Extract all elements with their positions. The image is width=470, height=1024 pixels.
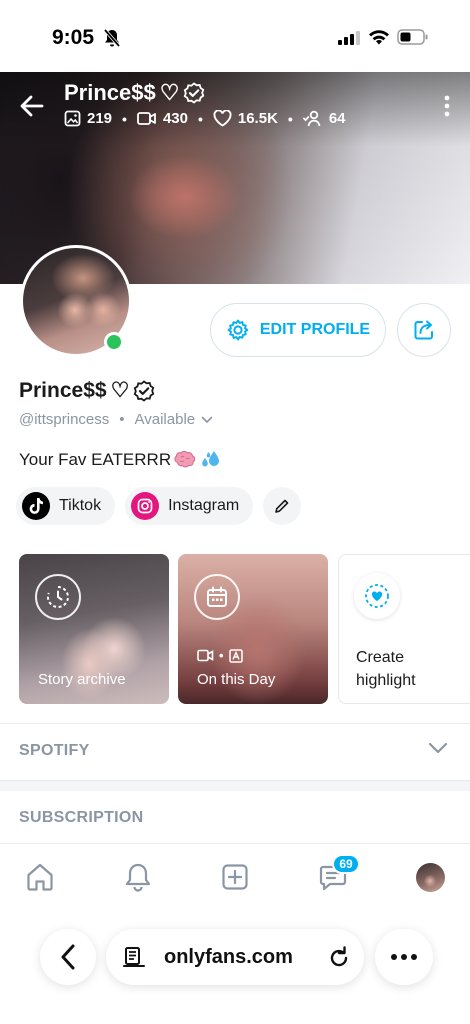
heart-symbol: ♡ xyxy=(159,80,180,105)
battery-icon xyxy=(397,29,428,45)
heart-plus-icon xyxy=(354,573,400,619)
videos-count: 430 xyxy=(162,110,188,127)
chevron-down-icon[interactable] xyxy=(428,742,448,754)
profile-name: Prince$$ ♡ xyxy=(19,378,155,403)
sweat-droplets-emoji-icon xyxy=(202,451,220,467)
user-avatar-nav-button[interactable] xyxy=(416,863,445,892)
likes-count: 16.5K xyxy=(237,110,278,127)
tiktok-link[interactable]: Tiktok xyxy=(16,487,116,525)
photos-stat[interactable]: 219 xyxy=(64,110,112,127)
gear-icon xyxy=(227,319,249,341)
page-format-icon xyxy=(123,947,145,967)
url-text: onlyfans.com xyxy=(164,946,293,968)
tiktok-label: Tiktok xyxy=(59,497,102,514)
heart-icon xyxy=(213,110,232,127)
cellular-signal-icon xyxy=(338,31,360,45)
story-archive-highlight[interactable]: Story archive xyxy=(19,554,169,704)
media-type-indicators: • xyxy=(197,648,243,663)
home-nav-button[interactable] xyxy=(22,859,58,895)
heart-symbol: ♡ xyxy=(110,379,130,402)
chevron-down-icon xyxy=(201,416,213,423)
username-handle: @ittsprincess xyxy=(19,411,110,428)
bio-text: Your Fav EATERRR xyxy=(19,450,172,469)
tiktok-icon xyxy=(22,492,50,520)
silent-bell-icon xyxy=(103,28,121,48)
share-icon xyxy=(414,320,433,340)
create-highlight-label: Create highlight xyxy=(356,649,416,689)
profile-name-text: Prince$$ xyxy=(19,378,107,402)
browser-back-button[interactable] xyxy=(40,929,96,985)
subscription-section-header: SUBSCRIPTION xyxy=(19,809,144,826)
handle-row: @ittsprincess • Available xyxy=(19,411,213,428)
cover-profile-name: Prince$$ ♡ xyxy=(64,80,205,106)
plus-square-icon xyxy=(222,864,248,890)
bottom-navigation: 69 xyxy=(0,843,470,913)
status-bar: 9:05 xyxy=(0,0,470,72)
on-this-day-label: On this Day xyxy=(197,671,276,688)
profile-page: 9:05 Prince$$ ♡ 219 • 430 • 16.5K • 64 E… xyxy=(0,0,470,1024)
create-highlight-card[interactable]: Create highlight xyxy=(338,554,470,704)
home-icon xyxy=(27,863,53,891)
video-icon xyxy=(197,649,214,662)
availability-status: Available xyxy=(134,411,196,428)
more-options-icon[interactable] xyxy=(442,94,452,118)
text-story-icon xyxy=(228,648,243,663)
cover-stats: 219 • 430 • 16.5K • 64 xyxy=(64,110,346,127)
chevron-left-icon xyxy=(61,944,75,970)
share-profile-button[interactable] xyxy=(397,303,451,357)
add-post-nav-button[interactable] xyxy=(217,859,253,895)
brain-emoji-icon xyxy=(174,450,196,468)
back-arrow-icon[interactable] xyxy=(18,92,46,120)
bell-icon xyxy=(125,863,151,892)
browser-toolbar: onlyfans.com xyxy=(0,913,470,1024)
wifi-icon xyxy=(369,30,389,45)
video-icon xyxy=(137,112,156,125)
online-status-dot xyxy=(104,332,124,352)
edit-links-button[interactable] xyxy=(263,487,302,525)
fans-count: 64 xyxy=(328,110,346,127)
fans-stat[interactable]: 64 xyxy=(302,110,346,127)
address-bar[interactable]: onlyfans.com xyxy=(106,929,364,985)
browser-more-button[interactable] xyxy=(375,929,433,985)
calendar-icon xyxy=(194,574,240,620)
verified-badge-icon xyxy=(184,82,205,104)
availability-dropdown[interactable]: Available xyxy=(135,411,214,428)
on-this-day-highlight[interactable]: • On this Day xyxy=(178,554,328,704)
image-icon xyxy=(64,110,81,127)
more-horizontal-icon xyxy=(391,954,417,960)
edit-profile-button[interactable]: EDIT PROFILE xyxy=(210,303,386,357)
story-archive-label: Story archive xyxy=(38,671,126,688)
messages-badge: 69 xyxy=(332,854,360,874)
profile-bio: Your Fav EATERRR xyxy=(19,449,223,471)
spotify-section-header[interactable]: SPOTIFY xyxy=(19,742,90,760)
status-time: 9:05 xyxy=(52,26,95,49)
edit-profile-label: EDIT PROFILE xyxy=(259,321,371,338)
instagram-label: Instagram xyxy=(168,497,240,514)
fans-icon xyxy=(302,110,321,127)
instagram-link[interactable]: Instagram xyxy=(125,487,254,525)
likes-stat[interactable]: 16.5K xyxy=(213,110,278,127)
pencil-icon xyxy=(275,499,289,513)
notifications-nav-button[interactable] xyxy=(120,859,156,895)
divider xyxy=(0,723,470,724)
instagram-icon xyxy=(131,492,160,520)
reload-icon[interactable] xyxy=(327,945,351,969)
photos-count: 219 xyxy=(87,110,113,127)
social-links: Tiktok Instagram xyxy=(16,487,302,525)
verified-badge-icon xyxy=(134,379,155,402)
videos-stat[interactable]: 430 xyxy=(137,110,188,127)
history-icon xyxy=(35,574,81,620)
cover-name-text: Prince$$ xyxy=(64,80,156,105)
